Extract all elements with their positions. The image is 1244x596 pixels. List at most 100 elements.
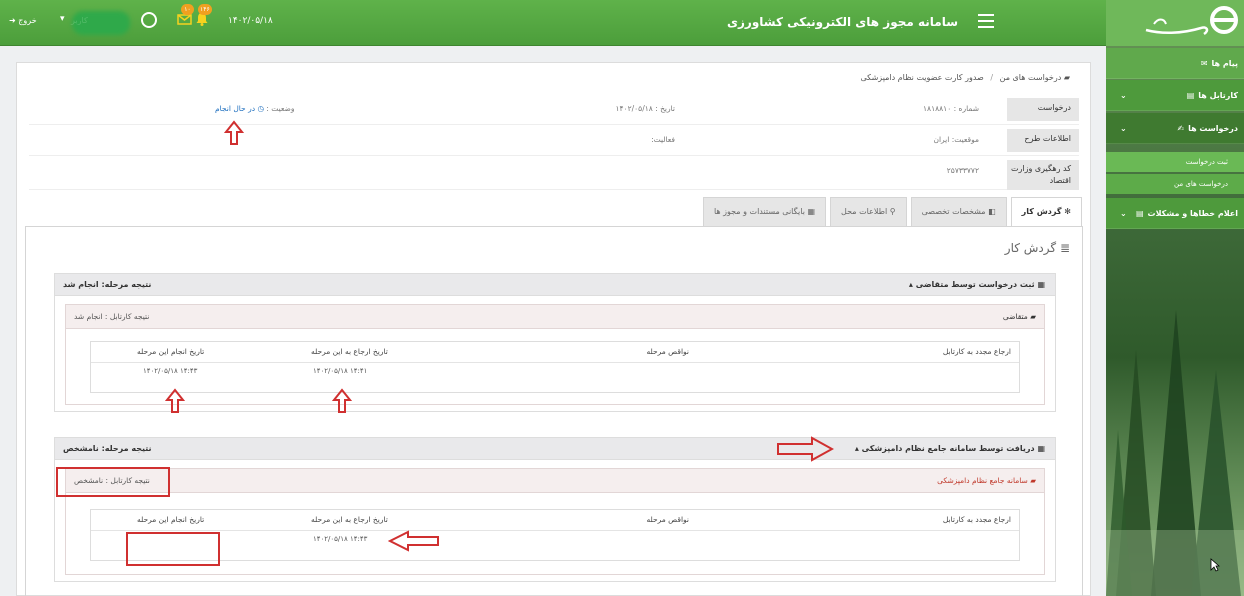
- sidebar-item-report-issues[interactable]: ⌄ اعلام خطاها و مشکلات ▤: [1106, 198, 1244, 229]
- tab-label: مشخصات تخصصی: [921, 207, 986, 216]
- tab-archive[interactable]: ▦ بایگانی مستندات و مجوز ها: [702, 197, 827, 227]
- request-number: شماره : ۱۸۱۸۸۱۰: [923, 104, 979, 113]
- column-header: ارجاع مجدد به کارتابل: [942, 347, 1011, 356]
- tab-workflow[interactable]: ✻ گردش کار: [1010, 197, 1082, 227]
- caret-up-icon: ▴: [854, 444, 859, 453]
- actor-name-text: سامانه جامع نظام دامپزشکی: [937, 476, 1028, 485]
- actor-name-text: متقاضی: [1002, 312, 1028, 321]
- breadcrumb-root[interactable]: درخواست های من: [1000, 73, 1062, 82]
- column-header: ارجاع مجدد به کارتابل: [942, 515, 1011, 524]
- chevron-down-icon: ⌄: [1120, 90, 1127, 100]
- app-title: سامانه مجوز های الکترونیکی کشاورزی: [727, 15, 958, 29]
- stage-header: ▦ دریافت توسط سامانه جامع نظام دامپزشکی …: [55, 438, 1055, 460]
- document-icon: ▤: [1186, 90, 1195, 100]
- divider: [91, 530, 1019, 531]
- actor-header: ▰ سامانه جامع نظام دامپزشکی نتیجه کارتاب…: [66, 469, 1044, 493]
- actor-box: ▰ متقاضی نتیجه کارتابل : انجام شد ارجاع …: [65, 304, 1045, 405]
- content-card: ▰ درخواست های من / صدور کارت عضویت نظام …: [16, 62, 1091, 596]
- status-value: در حال انجام: [215, 104, 256, 113]
- list-icon: ≣: [1059, 241, 1070, 255]
- column-header: نواقص مرحله: [646, 515, 690, 524]
- stage-name[interactable]: ▦ دریافت توسط سامانه جامع نظام دامپزشکی …: [855, 444, 1045, 453]
- sidebar-item-requests[interactable]: ⌄ درخواست ها ✍: [1106, 113, 1244, 144]
- sidebar-background-trees: [1106, 310, 1244, 596]
- column-header: نواقص مرحله: [646, 347, 690, 356]
- info-row-tracking: کد رهگیری وزارت اقتصاد ۲۵۷۳۳۷۷۲: [29, 156, 1079, 190]
- column-header: تاریخ ارجاع به این مرحله: [311, 515, 388, 524]
- tab-label: گردش کار: [1021, 207, 1062, 216]
- gear-icon: ✻: [1064, 207, 1071, 216]
- referral-date: ۱۴۰۲/۰۵/۱۸ ۱۴:۴۳: [313, 535, 368, 543]
- annotation-highlight-box: [56, 467, 170, 497]
- chevron-down-icon: ⌄: [1120, 123, 1127, 133]
- tab-location[interactable]: ⚲ اطلاعات محل: [830, 197, 907, 227]
- sidebar: پیام ها ✉ ⌄ کارتابل ها ▤ ⌄ درخواست ها ✍ ثبت…: [1106, 0, 1244, 596]
- stage-result: نتیجه مرحله: انجام شد: [63, 280, 152, 289]
- tab-bar: ✻ گردش کار ◧ مشخصات تخصصی ⚲ اطلاعات محل …: [702, 197, 1082, 227]
- chevron-down-icon: ⌄: [1120, 208, 1127, 218]
- stage-name-text: دریافت توسط سامانه جامع نظام دامپزشکی: [861, 444, 1035, 453]
- request-date: تاریخ : ۱۴۰۲/۰۵/۱۸: [615, 104, 676, 113]
- caret-up-icon: ▴: [908, 280, 913, 289]
- stage-name[interactable]: ▦ ثبت درخواست توسط متقاضی ▴: [909, 280, 1045, 289]
- menu-toggle-icon[interactable]: [978, 14, 994, 28]
- user-avatar[interactable]: [141, 12, 157, 28]
- table-icon: ▦: [1037, 280, 1045, 289]
- divider: [91, 362, 1019, 363]
- breadcrumb: ▰ درخواست های من / صدور کارت عضویت نظام …: [861, 73, 1071, 82]
- column-header: تاریخ انجام این مرحله: [137, 347, 205, 356]
- top-header: سامانه مجوز های الکترونیکی کشاورزی ۱۴۰۲/…: [0, 0, 1106, 46]
- logout-icon: ➜: [9, 16, 16, 25]
- folder-icon: ▰: [1030, 476, 1036, 485]
- tab-specifications[interactable]: ◧ مشخصات تخصصی: [910, 197, 1007, 227]
- folder-icon: ▰: [1063, 73, 1070, 82]
- sidebar-item-label: اعلام خطاها و مشکلات: [1147, 208, 1238, 218]
- clock-icon: ◷: [257, 104, 264, 113]
- workflow-stage: ▦ ثبت درخواست توسط متقاضی ▴ نتیجه مرحله:…: [54, 273, 1056, 412]
- document-icon: ▤: [1135, 208, 1144, 218]
- actor-name: ▰ سامانه جامع نظام دامپزشکی: [937, 476, 1036, 485]
- stage-result: نتیجه مرحله: نامشخص: [63, 444, 152, 453]
- notification-bell-icon[interactable]: ۱۴۶: [193, 4, 212, 28]
- user-name[interactable]: کاربر: [71, 16, 88, 25]
- stage-detail-table: ارجاع مجدد به کارتابل نواقص مرحله تاریخ …: [90, 509, 1020, 561]
- logout-link[interactable]: خروج ➜: [9, 16, 37, 25]
- breadcrumb-separator: /: [990, 73, 994, 82]
- actor-result: نتیجه کارتابل : انجام شد: [74, 312, 150, 321]
- sidebar-item-label: کارتابل ها: [1198, 90, 1238, 100]
- workflow-title: ≣ گردش کار: [1005, 241, 1070, 255]
- column-header: تاریخ ارجاع به این مرحله: [311, 347, 388, 356]
- stage-header: ▦ ثبت درخواست توسط متقاضی ▴ نتیجه مرحله:…: [55, 274, 1055, 296]
- stage-name-text: ثبت درخواست توسط متقاضی: [915, 280, 1035, 289]
- request-status: وضعیت : ◷ در حال انجام: [215, 104, 295, 113]
- sidebar-subitem-my-requests[interactable]: درخواست های من: [1106, 174, 1244, 194]
- plan-activity: فعالیت:: [651, 135, 675, 144]
- actor-name: ▰ متقاضی: [1003, 312, 1036, 321]
- sidebar-item-messages[interactable]: پیام ها ✉: [1106, 48, 1244, 79]
- sidebar-subitem-new-request[interactable]: ثبت درخواست: [1106, 152, 1244, 172]
- done-date: ۱۴۰۲/۰۵/۱۸ ۱۴:۴۳: [143, 367, 198, 375]
- mail-icon[interactable]: ۱۰: [176, 4, 194, 28]
- info-label: درخواست: [1007, 98, 1079, 121]
- workflow-title-text: گردش کار: [1004, 241, 1057, 255]
- stage-detail-table: ارجاع مجدد به کارتابل نواقص مرحله تاریخ …: [90, 341, 1020, 393]
- user-menu-caret-icon[interactable]: ▾: [60, 14, 65, 24]
- plan-location: موقعیت: ایران: [933, 135, 979, 144]
- archive-icon: ▦: [807, 207, 816, 216]
- info-row-request: درخواست شماره : ۱۸۱۸۸۱۰ تاریخ : ۱۴۰۲/۰۵/…: [29, 94, 1079, 125]
- mail-count-badge: ۱۰: [181, 4, 194, 15]
- logout-label: خروج: [18, 16, 37, 25]
- cube-icon: ◧: [988, 207, 996, 216]
- sidebar-item-cartables[interactable]: ⌄ کارتابل ها ▤: [1106, 80, 1244, 111]
- info-row-plan: اطلاعات طرح موقعیت: ایران فعالیت:: [29, 125, 1079, 156]
- actor-header: ▰ متقاضی نتیجه کارتابل : انجام شد: [66, 305, 1044, 329]
- folder-icon: ▰: [1030, 312, 1036, 321]
- info-label: اطلاعات طرح: [1007, 129, 1079, 152]
- handshake-icon: ✍: [1177, 123, 1185, 133]
- sidebar-item-label: درخواست ها: [1188, 123, 1238, 133]
- bell-count-badge: ۱۴۶: [198, 4, 212, 15]
- envelope-icon: ✉: [1200, 58, 1208, 68]
- status-label: وضعیت :: [266, 104, 295, 113]
- sidebar-item-label: پیام ها: [1211, 58, 1238, 68]
- app-logo[interactable]: [1106, 0, 1244, 46]
